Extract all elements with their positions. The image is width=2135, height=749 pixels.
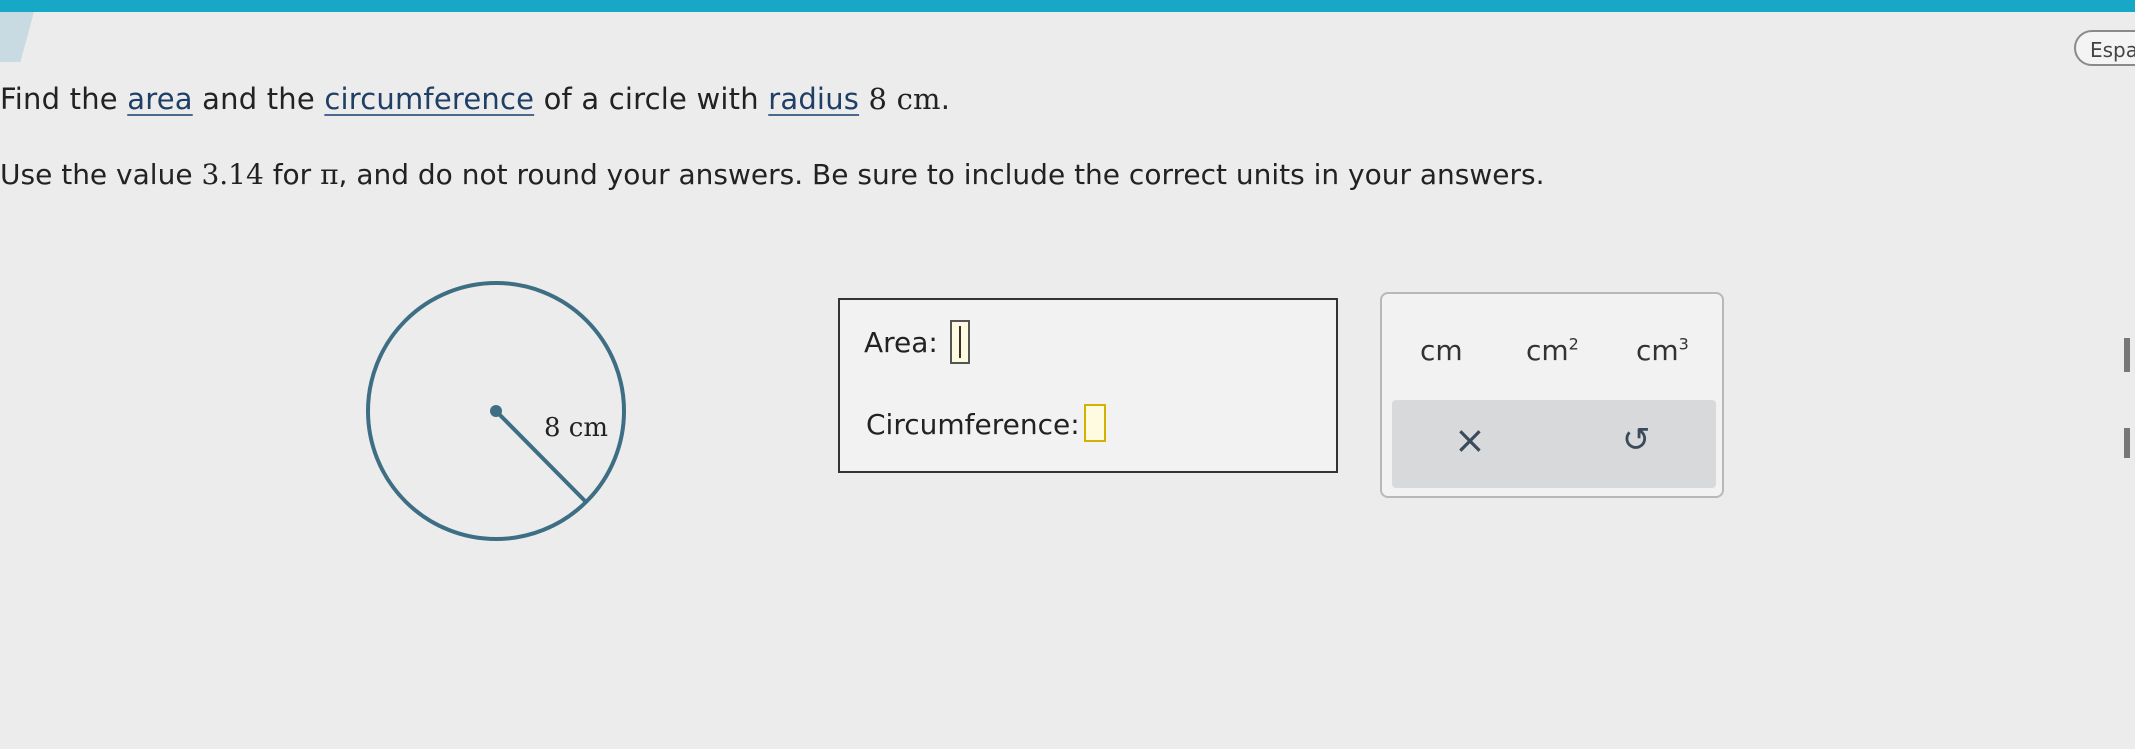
center-point (490, 405, 502, 417)
unit-cm3-button[interactable]: cm3 (1636, 334, 1689, 367)
area-label: Area: (864, 326, 938, 359)
text: of a circle with (534, 82, 769, 116)
circle-diagram: 8 cm (366, 281, 626, 541)
unit-exponent: 2 (1568, 334, 1579, 354)
text: for (263, 158, 321, 191)
unit-keypad: cm cm2 cm3 × ↺ (1380, 292, 1724, 498)
radius-label: 8 cm (544, 413, 608, 443)
question-line-1: Find the area and the circumference of a… (0, 82, 950, 116)
text (859, 82, 868, 116)
edge-marker (2124, 428, 2130, 458)
circumference-input[interactable] (1084, 404, 1106, 442)
text: and the (192, 82, 325, 116)
area-input[interactable] (950, 320, 970, 364)
text: . (940, 82, 951, 116)
undo-icon[interactable]: ↺ (1622, 420, 1651, 460)
unit-cm-button[interactable]: cm (1420, 334, 1463, 367)
language-toggle-button[interactable]: Espa (2074, 30, 2135, 66)
clear-icon[interactable]: × (1454, 418, 1486, 462)
pi-value: 3.14 (201, 158, 264, 191)
text: , and do not round your answers. Be sure… (338, 158, 1545, 191)
edge-marker (2124, 338, 2130, 372)
answer-box: Area: Circumference: (838, 298, 1338, 473)
unit-exponent: 3 (1678, 334, 1689, 354)
unit-text: cm (1636, 334, 1679, 367)
corner-tab (0, 12, 34, 62)
unit-text: cm (1420, 334, 1463, 367)
area-link[interactable]: area (127, 82, 192, 116)
unit-text: cm (1526, 334, 1569, 367)
pi-symbol: π (320, 158, 339, 191)
radius-value: 8 cm (868, 82, 941, 116)
text: Find the (0, 82, 128, 116)
top-accent-bar (0, 0, 2135, 12)
text: Use the value (0, 158, 202, 191)
circumference-link[interactable]: circumference (324, 82, 534, 116)
unit-cm2-button[interactable]: cm2 (1526, 334, 1579, 367)
question-line-2: Use the value 3.14 for π, and do not rou… (0, 158, 1545, 191)
circumference-label: Circumference: (866, 408, 1080, 441)
radius-link[interactable]: radius (768, 82, 859, 116)
action-row: × ↺ (1392, 400, 1716, 488)
